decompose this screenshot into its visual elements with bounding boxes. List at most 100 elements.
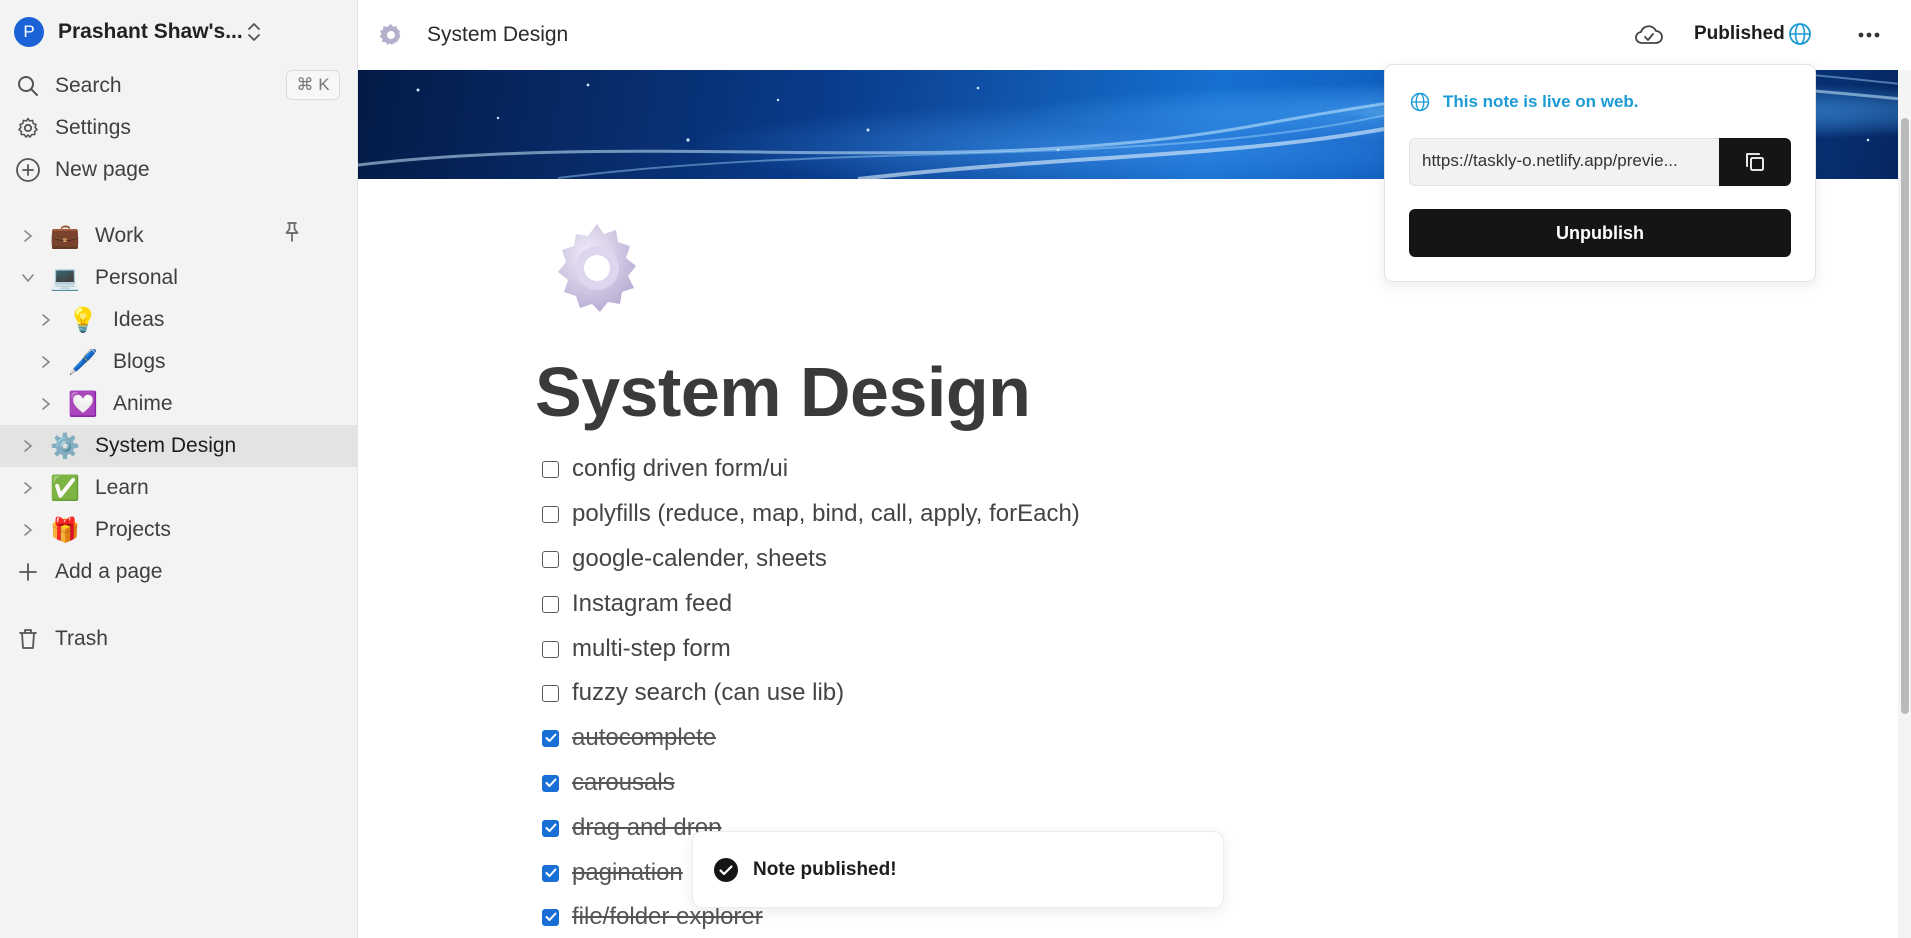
gear-icon: ⚙️ [50,432,80,460]
sidebar-item-personal[interactable]: 💻 Personal [0,257,358,299]
breadcrumb-title[interactable]: System Design [427,23,568,47]
search-item[interactable]: Search [14,68,122,104]
sidebar-item-ideas[interactable]: 💡 Ideas [0,299,358,341]
todo-text[interactable]: Instagram feed [572,590,732,618]
sidebar-item-learn[interactable]: ✅ Learn [0,467,358,509]
sidebar-item-label: Projects [95,518,171,541]
todo-text[interactable]: pagination [572,859,683,887]
workspace-name: Prashant Shaw's... [58,20,243,43]
sidebar-item-label: Anime [113,392,173,415]
briefcase-icon: 💼 [50,222,80,250]
search-label: Search [55,74,122,97]
published-button[interactable]: Published [1694,23,1785,45]
todo-item[interactable]: Instagram feed [542,584,732,624]
sidebar-item-label: Learn [95,476,149,499]
check-mark-icon: ✅ [50,474,80,502]
sidebar-item-anime[interactable]: 💟 Anime [0,383,358,425]
todo-item[interactable]: pagination [542,853,683,893]
globe-icon [1410,92,1430,112]
chevron-down-icon[interactable] [18,268,38,288]
checkbox-checked[interactable] [542,774,559,792]
sidebar-item-label: Work [95,224,144,247]
page-gear-icon[interactable] [548,220,646,318]
top-bar: System Design Published [358,0,1911,70]
add-page-item[interactable]: Add a page [14,554,162,590]
todo-item[interactable]: polyfills (reduce, map, bind, call, appl… [542,494,1080,534]
sidebar-item-label: Personal [95,266,178,289]
trash-icon [14,625,42,653]
sidebar-item-label: Ideas [113,308,165,331]
todo-item[interactable]: multi-step form [542,629,731,669]
chevron-right-icon[interactable] [36,352,56,372]
chevron-right-icon[interactable] [36,394,56,414]
add-page-label: Add a page [55,560,163,583]
checkbox[interactable] [542,684,559,702]
scrollbar-thumb[interactable] [1901,118,1909,714]
todo-text[interactable]: google-calender, sheets [572,545,827,573]
unpublish-button[interactable]: Unpublish [1409,209,1791,257]
chevron-right-icon[interactable] [18,436,38,456]
trash-label: Trash [55,627,108,650]
chevron-right-icon[interactable] [36,310,56,330]
chevron-right-icon[interactable] [18,226,38,246]
checkbox[interactable] [542,460,559,478]
chevron-right-icon[interactable] [18,520,38,540]
checkbox[interactable] [542,505,559,523]
publish-popover: This note is live on web. https://taskly… [1384,64,1816,282]
lightbulb-icon: 💡 [68,306,98,334]
todo-item[interactable]: autocomplete [542,718,716,758]
checkbox[interactable] [542,550,559,568]
plus-icon [14,558,42,586]
todo-text[interactable]: fuzzy search (can use lib) [572,679,844,707]
checkbox-checked[interactable] [542,908,559,926]
workspace-switcher[interactable]: P Prashant Shaw's... [14,16,243,48]
sidebar-item-blogs[interactable]: 🖊️ Blogs [0,341,358,383]
checkbox-checked[interactable] [542,819,559,837]
sidebar-item-label: Blogs [113,350,166,373]
todo-text[interactable]: multi-step form [572,635,731,663]
chevron-right-icon[interactable] [18,478,38,498]
todo-item[interactable]: carousals [542,763,675,803]
cloud-check-icon [1635,25,1663,44]
todo-item[interactable]: fuzzy search (can use lib) [542,673,844,713]
search-icon [14,72,42,100]
todo-item[interactable]: google-calender, sheets [542,539,827,579]
copy-icon [1746,153,1764,171]
new-page-label: New page [55,158,150,181]
plus-circle-icon [14,156,42,184]
sidebar-item-work[interactable]: 💼 Work [0,215,358,257]
globe-icon[interactable] [1787,21,1813,47]
published-url-field[interactable]: https://taskly-o.netlify.app/previe... [1409,138,1719,186]
more-options-icon[interactable] [1856,22,1882,48]
checkbox[interactable] [542,640,559,658]
checkbox[interactable] [542,595,559,613]
settings-item[interactable]: Settings [14,110,131,146]
checkbox-checked[interactable] [542,864,559,882]
todo-text[interactable]: config driven form/ui [572,455,788,483]
todo-text[interactable]: autocomplete [572,724,716,752]
todo-item[interactable]: config driven form/ui [542,449,788,489]
toast-message: Note published! [753,858,897,880]
todo-text[interactable]: carousals [572,769,675,797]
copy-url-button[interactable] [1719,138,1791,186]
live-status: This note is live on web. [1409,91,1639,113]
page-title[interactable]: System Design [535,352,1031,432]
checkbox-checked[interactable] [542,729,559,747]
search-shortcut-badge: ⌘ K [286,70,340,100]
sidebar-item-system-design[interactable]: ⚙️ System Design [0,425,358,467]
sidebar-item-projects[interactable]: 🎁 Projects [0,509,358,551]
chevron-up-down-icon[interactable] [244,20,264,44]
avatar: P [14,17,44,47]
check-circle-icon [714,857,738,882]
gift-icon: 🎁 [50,516,80,544]
heart-icon: 💟 [68,390,98,418]
laptop-icon: 💻 [50,264,80,292]
new-page-item[interactable]: New page [14,152,150,188]
pin-icon[interactable] [280,220,304,244]
todo-text[interactable]: polyfills (reduce, map, bind, call, appl… [572,500,1080,528]
sidebar-item-label: System Design [95,434,237,457]
pen-icon: 🖊️ [68,348,98,376]
gear-icon [14,114,42,142]
trash-item[interactable]: Trash [14,621,108,657]
settings-label: Settings [55,116,131,139]
